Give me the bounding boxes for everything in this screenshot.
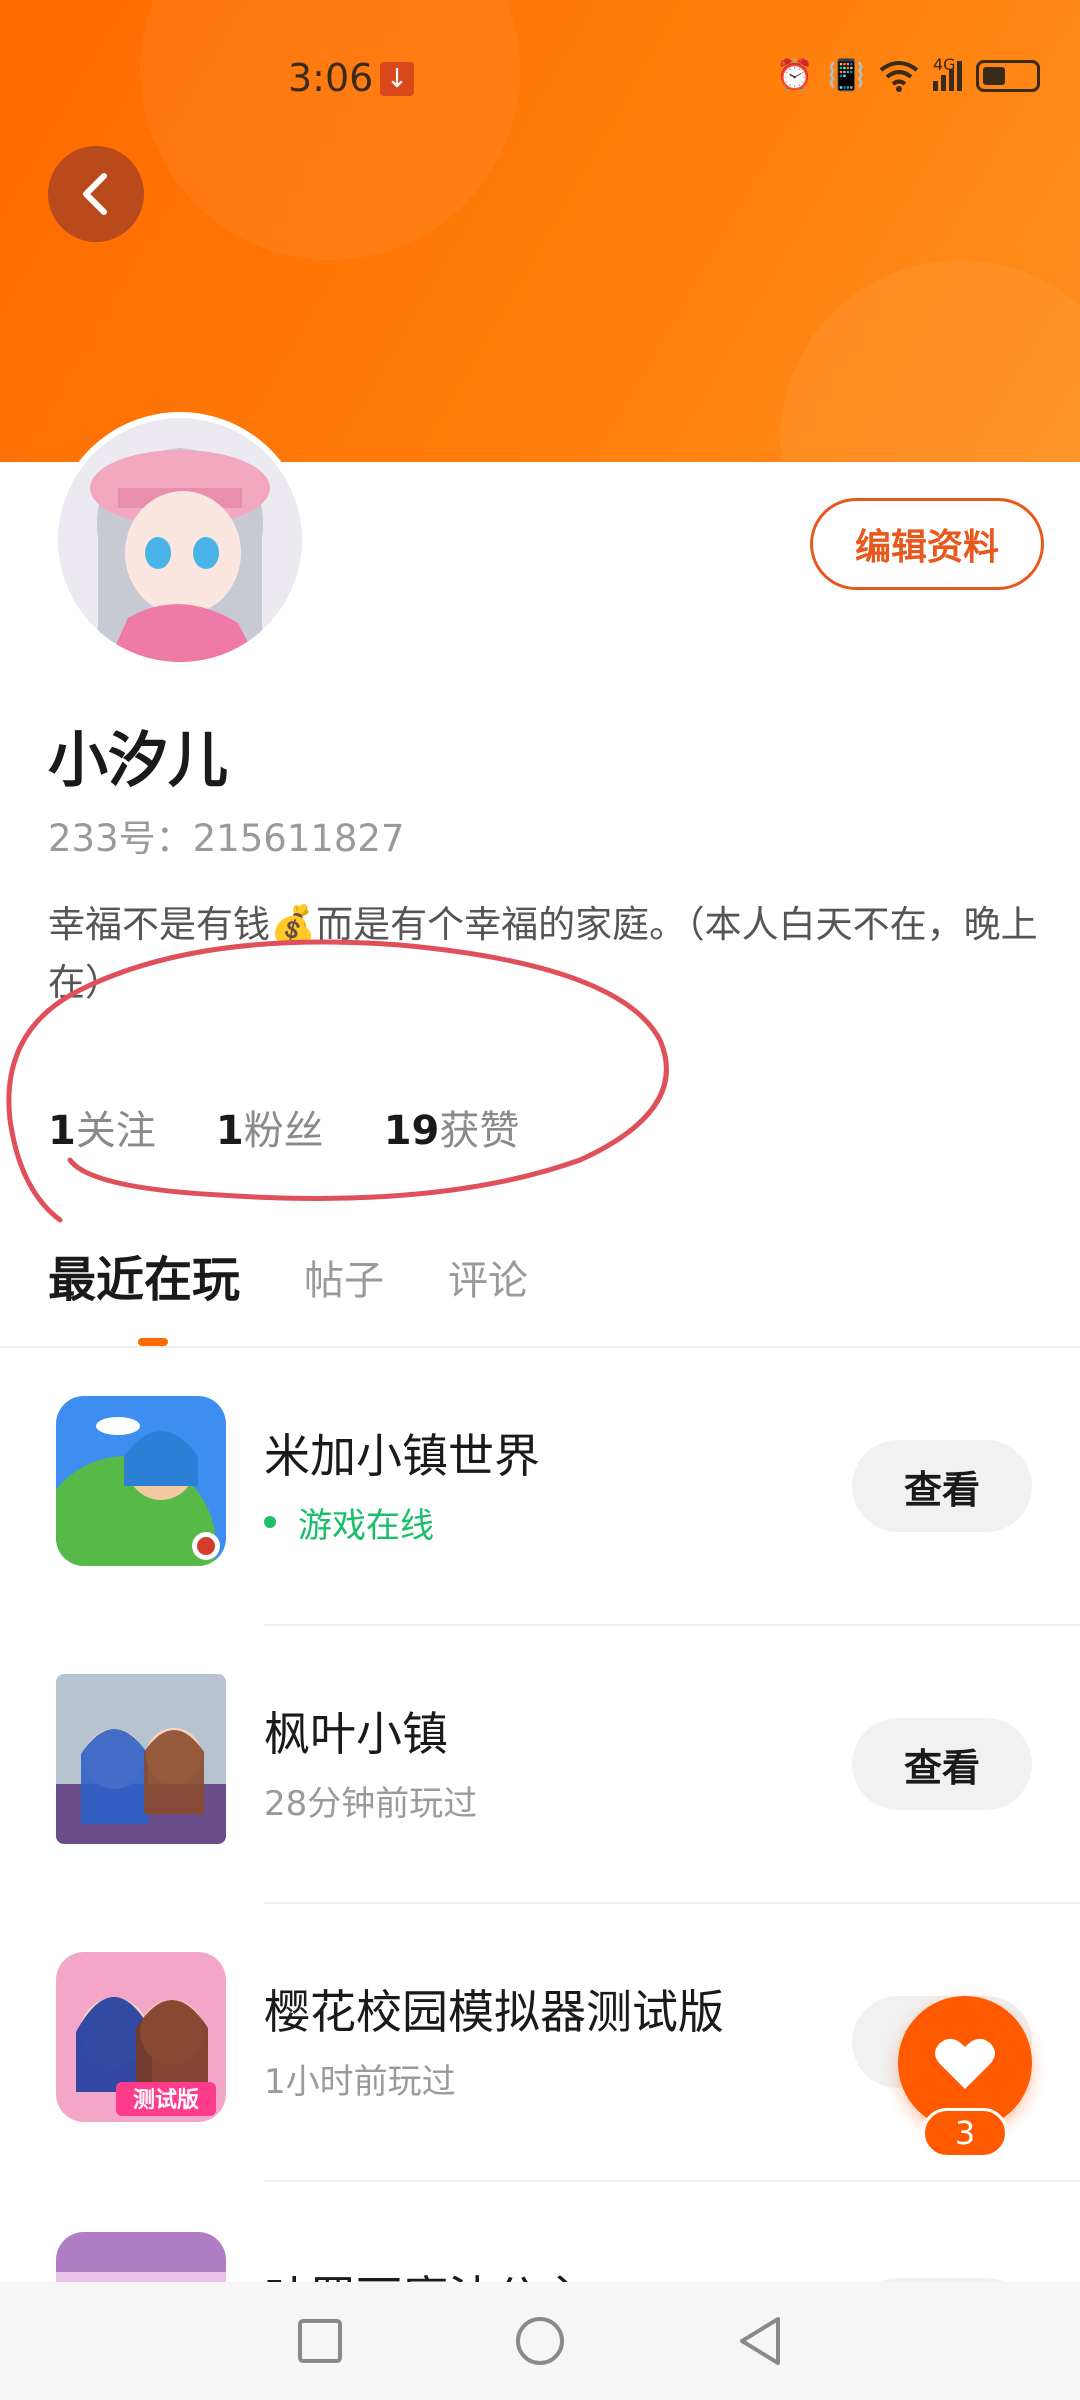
alarm-icon: ⏰ [776,58,814,93]
list-item[interactable]: 叶罗丽魔法公主 查看 [0,2182,1080,2282]
game-icon [56,1674,226,1844]
edit-profile-button[interactable]: 编辑资料 [810,498,1044,590]
game-title: 叶罗丽魔法公主 [264,2262,586,2282]
active-tab-indicator [138,1338,168,1346]
view-button[interactable]: 查看 [852,1440,1032,1532]
last-played: 28分钟前玩过 [264,1784,478,1824]
nickname: 小汐儿 [48,726,228,796]
game-title: 枫叶小镇 [264,1707,448,1761]
game-icon [56,2232,226,2282]
tab-comments[interactable]: 评论 [448,1248,528,1310]
game-icon: 测试版 [56,1952,226,2122]
system-nav-bar [0,2282,1080,2400]
recent-apps-icon[interactable] [296,2317,344,2365]
profile-tabs: 最近在玩 帖子 评论 [48,1240,528,1310]
list-item[interactable]: 米加小镇世界 游戏在线 查看 [0,1348,1080,1626]
game-icon [56,1396,226,1566]
list-item[interactable]: 枫叶小镇 28分钟前玩过 查看 [0,1626,1080,1904]
status-time: 3:06 [288,56,374,100]
last-played: 1小时前玩过 [264,2062,456,2102]
back-button[interactable] [48,146,144,242]
profile-header-banner: 3:06 ↓ ⏰ 📳 4G [0,0,1080,462]
tab-recently-played[interactable]: 最近在玩 [48,1240,240,1310]
status-icons: ⏰ 📳 4G [776,54,1040,93]
icon-badge: 测试版 [133,2088,199,2113]
game-status: 游戏在线 [298,1506,434,1546]
avatar[interactable] [52,412,308,668]
vibrate-icon: 📳 [827,58,865,93]
game-title: 米加小镇世界 [264,1429,540,1483]
user-id: 233号：215611827 [48,817,405,860]
hand-drawn-annotation [6,939,669,1223]
download-icon: ↓ [380,62,414,96]
network-type: 4G [933,54,956,74]
wifi-icon [879,60,919,92]
heart-icon [935,2038,995,2089]
back-nav-icon[interactable] [736,2315,784,2367]
tab-posts[interactable]: 帖子 [304,1248,384,1310]
home-icon[interactable] [514,2315,566,2367]
like-count-badge: 3 [922,2108,1008,2158]
view-button[interactable]: 查看 [852,1718,1032,1810]
game-title: 樱花校园模拟器测试版 [264,1985,724,2039]
battery-icon [976,59,1040,92]
banner-decoration [780,260,1080,462]
avatar-image [58,418,302,662]
chevron-left-icon [83,173,107,215]
banner-decoration [140,0,520,260]
